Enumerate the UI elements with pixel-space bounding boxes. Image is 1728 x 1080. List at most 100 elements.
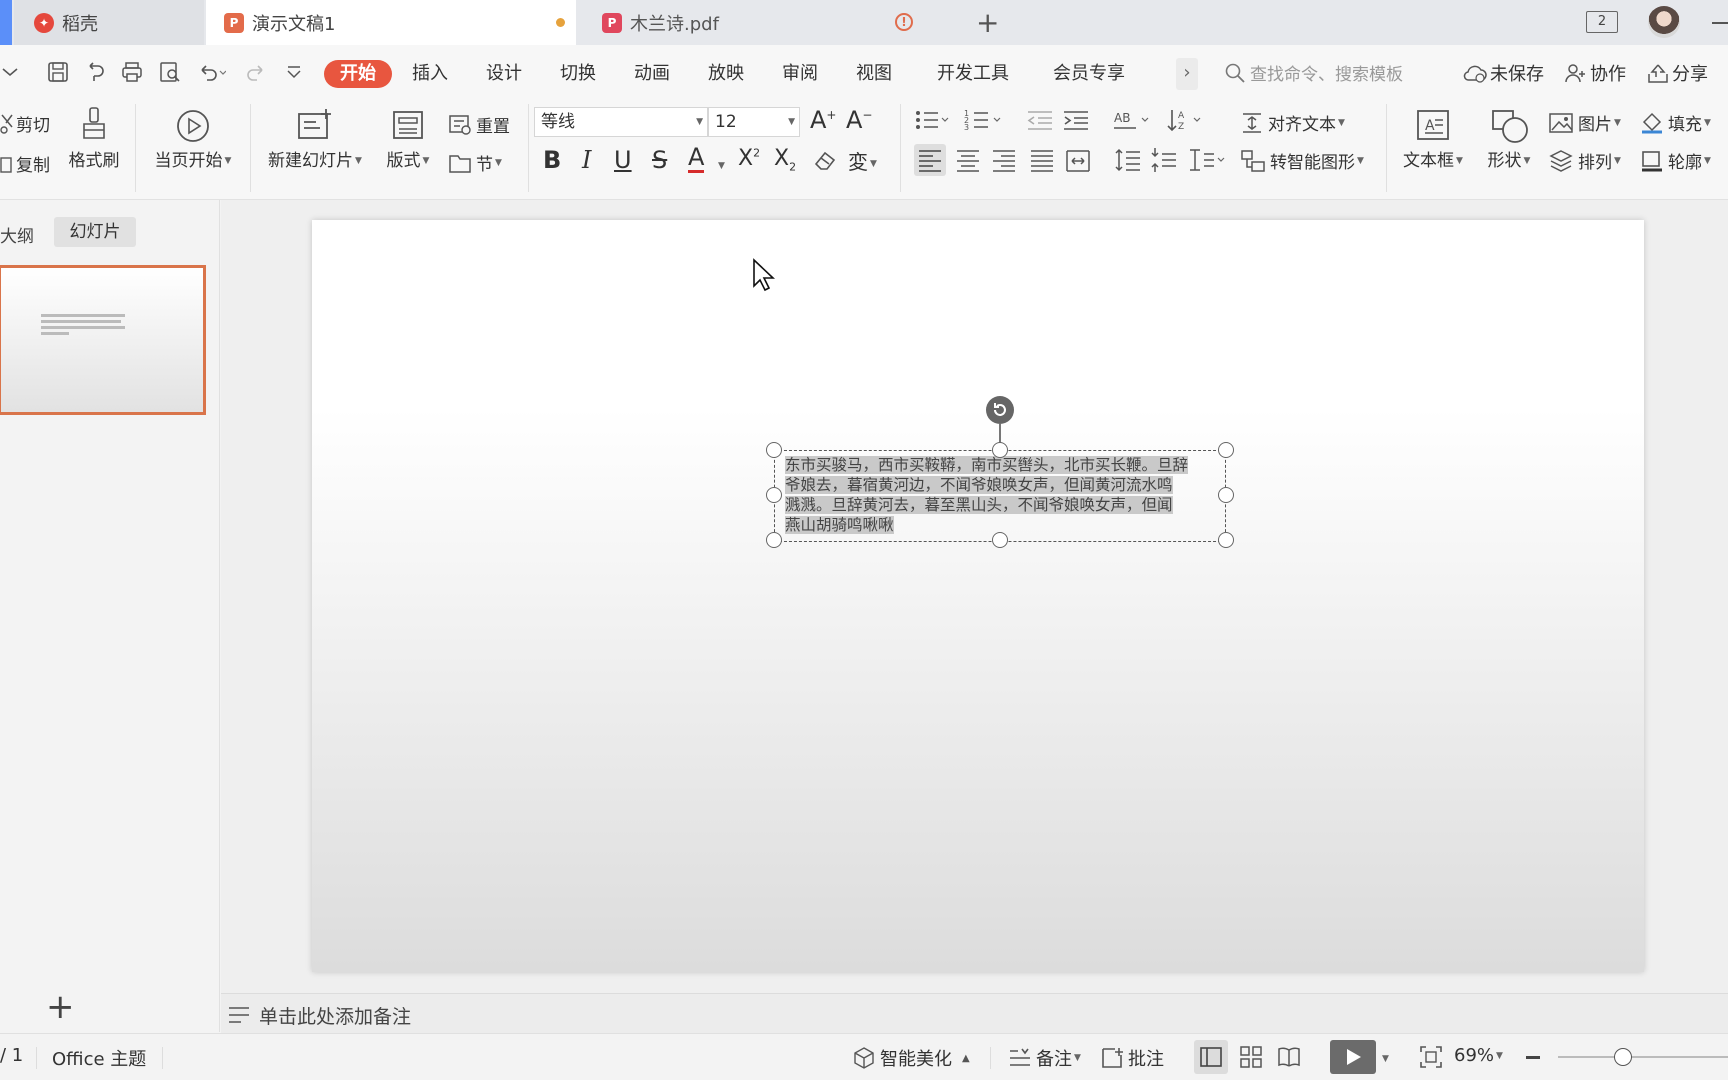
increase-font-icon[interactable]: A+ — [810, 106, 836, 134]
zoom-out-icon[interactable] — [1526, 1056, 1540, 1059]
menu-design[interactable]: 设计 — [486, 60, 522, 88]
new-tab-button[interactable]: + — [976, 6, 999, 39]
minimize-icon[interactable] — [1712, 22, 1728, 24]
resize-handle-top[interactable] — [992, 442, 1008, 458]
window-count-icon[interactable]: 2 — [1586, 11, 1618, 33]
print-icon[interactable] — [120, 60, 146, 86]
resize-handle-left[interactable] — [766, 487, 782, 503]
format-painter-button[interactable]: 格式刷 — [66, 106, 122, 171]
menu-view[interactable]: 视图 — [856, 60, 892, 88]
align-center-icon[interactable] — [954, 146, 982, 174]
decrease-indent-icon[interactable] — [1026, 108, 1054, 132]
resize-handle-bottom[interactable] — [992, 532, 1008, 548]
tab-outline[interactable]: 大纲 — [0, 222, 34, 247]
textbox-button[interactable]: A 文本框 ▼ — [1398, 108, 1468, 171]
picture-button[interactable]: 图片 ▼ — [1548, 110, 1621, 135]
redo-icon[interactable] — [244, 60, 270, 86]
align-text-button[interactable]: 对齐文本 ▼ — [1240, 110, 1345, 135]
menu-review[interactable]: 审阅 — [782, 60, 818, 88]
notes-toggle-button[interactable]: 备注 ▼ — [1008, 1045, 1081, 1071]
textbox-content[interactable]: 东市买骏马，西市买鞍鞯，南市买辔头，北市买长鞭。旦辞 爷娘去，暮宿黄河边，不闻爷… — [785, 455, 1221, 535]
section-button[interactable]: 节 ▼ — [448, 150, 502, 175]
text-direction-icon[interactable]: AB — [1114, 108, 1152, 132]
normal-view-icon[interactable] — [1194, 1040, 1228, 1074]
reset-button[interactable]: 重置 — [448, 112, 510, 137]
bold-icon[interactable]: B — [543, 146, 561, 174]
font-size-select[interactable]: 12 ▼ — [708, 107, 800, 137]
line-height-dropdown-icon[interactable] — [1186, 146, 1226, 174]
subscript-icon[interactable]: X2 — [774, 146, 796, 173]
justify-icon[interactable] — [1028, 146, 1056, 174]
zoom-slider-track[interactable] — [1558, 1056, 1728, 1058]
resize-handle-bottom-right[interactable] — [1218, 532, 1234, 548]
theme-name[interactable]: Office 主题 — [52, 1045, 146, 1071]
font-color-dropdown[interactable]: ▼ — [716, 156, 725, 176]
rotate-handle-icon[interactable] — [986, 396, 1014, 424]
menu-animations[interactable]: 动画 — [634, 60, 670, 88]
font-color-icon[interactable]: A — [688, 144, 705, 173]
tab-daoke[interactable]: ✦ 稻壳 — [14, 0, 204, 45]
unsaved-status[interactable]: 未保存 — [1462, 60, 1544, 86]
superscript-icon[interactable]: X2 — [738, 146, 760, 171]
play-slideshow-button[interactable] — [1330, 1040, 1376, 1074]
resize-handle-bottom-left[interactable] — [766, 532, 782, 548]
zoom-slider-thumb[interactable] — [1614, 1048, 1632, 1066]
italic-icon[interactable]: I — [582, 146, 591, 174]
increase-indent-icon[interactable] — [1062, 108, 1090, 132]
menu-slideshow[interactable]: 放映 — [708, 60, 744, 88]
notes-bar[interactable]: 单击此处添加备注 — [221, 993, 1728, 1033]
slide-thumbnail[interactable] — [0, 265, 206, 415]
menu-insert[interactable]: 插入 — [412, 60, 448, 88]
customize-quick-access-icon[interactable] — [284, 60, 310, 86]
decrease-font-icon[interactable]: A− — [846, 106, 872, 134]
new-slide-button[interactable]: 新建幻灯片 ▼ — [262, 108, 368, 171]
bullet-list-icon[interactable] — [914, 108, 950, 132]
beautify-button[interactable]: 智能美化 ▲ — [852, 1045, 970, 1071]
share-button[interactable]: 分享 — [1646, 60, 1708, 86]
command-search[interactable]: 查找命令、搜索模板 — [1224, 60, 1403, 85]
resize-handle-top-right[interactable] — [1218, 442, 1234, 458]
print-preview-icon[interactable] — [158, 60, 184, 86]
phonetic-guide-icon[interactable]: 変 ▼ — [848, 146, 877, 175]
search-input[interactable]: 查找命令、搜索模板 — [1250, 60, 1403, 85]
underline-icon[interactable]: U — [614, 146, 632, 174]
convert-smartart-button[interactable]: 转智能图形 ▼ — [1240, 148, 1364, 173]
menu-transitions[interactable]: 切换 — [560, 60, 596, 88]
undo-icon[interactable] — [196, 60, 226, 86]
chevron-down-icon[interactable] — [0, 62, 26, 88]
align-right-icon[interactable] — [990, 146, 1018, 174]
menu-developer[interactable]: 开发工具 — [937, 60, 1009, 88]
save-icon[interactable] — [46, 60, 72, 86]
cloud-sync-icon[interactable] — [84, 60, 110, 86]
tab-pdf[interactable]: P 木兰诗.pdf ! — [590, 0, 960, 45]
sort-icon[interactable]: AZ — [1166, 108, 1202, 132]
eraser-icon[interactable] — [812, 148, 838, 172]
tab-presentation[interactable]: P 演示文稿1 — [206, 0, 576, 45]
layout-button[interactable]: 版式 ▼ — [380, 108, 436, 171]
numbered-list-icon[interactable]: 123 — [964, 108, 1002, 132]
distribute-icon[interactable] — [1064, 146, 1092, 174]
notes-placeholder[interactable]: 单击此处添加备注 — [259, 1002, 411, 1029]
resize-handle-top-left[interactable] — [766, 442, 782, 458]
reading-view-icon[interactable] — [1276, 1044, 1302, 1070]
user-avatar[interactable] — [1648, 6, 1680, 38]
selected-textbox[interactable]: 东市买骏马，西市买鞍鞯，南市买辔头，北市买长鞭。旦辞 爷娘去，暮宿黄河边，不闻爷… — [774, 450, 1226, 542]
font-name-select[interactable]: 等线 ▼ — [534, 107, 708, 137]
outline-button[interactable]: 轮廓 ▼ — [1640, 148, 1711, 173]
menu-home[interactable]: 开始 — [324, 60, 392, 88]
slideshow-dropdown[interactable]: ▼ — [1380, 1048, 1389, 1067]
menu-member[interactable]: 会员专享 — [1053, 60, 1125, 88]
collab-button[interactable]: 协作 — [1564, 60, 1626, 86]
slide-sorter-icon[interactable] — [1238, 1044, 1264, 1070]
add-slide-button[interactable]: + — [46, 990, 75, 1024]
comment-button[interactable]: 批注 — [1100, 1045, 1164, 1071]
zoom-select[interactable]: 69% ▼ — [1454, 1045, 1503, 1066]
line-spacing-icon[interactable] — [1114, 146, 1142, 174]
fill-button[interactable]: 填充 ▼ — [1640, 110, 1711, 135]
arrange-button[interactable]: 排列 ▼ — [1548, 148, 1621, 173]
cut-button[interactable]: 剪切 — [0, 111, 50, 136]
slide-canvas[interactable] — [312, 220, 1644, 972]
align-left-icon[interactable] — [914, 144, 946, 176]
strikethrough-icon[interactable]: S — [652, 146, 667, 174]
copy-button[interactable]: 复制 — [0, 151, 50, 176]
